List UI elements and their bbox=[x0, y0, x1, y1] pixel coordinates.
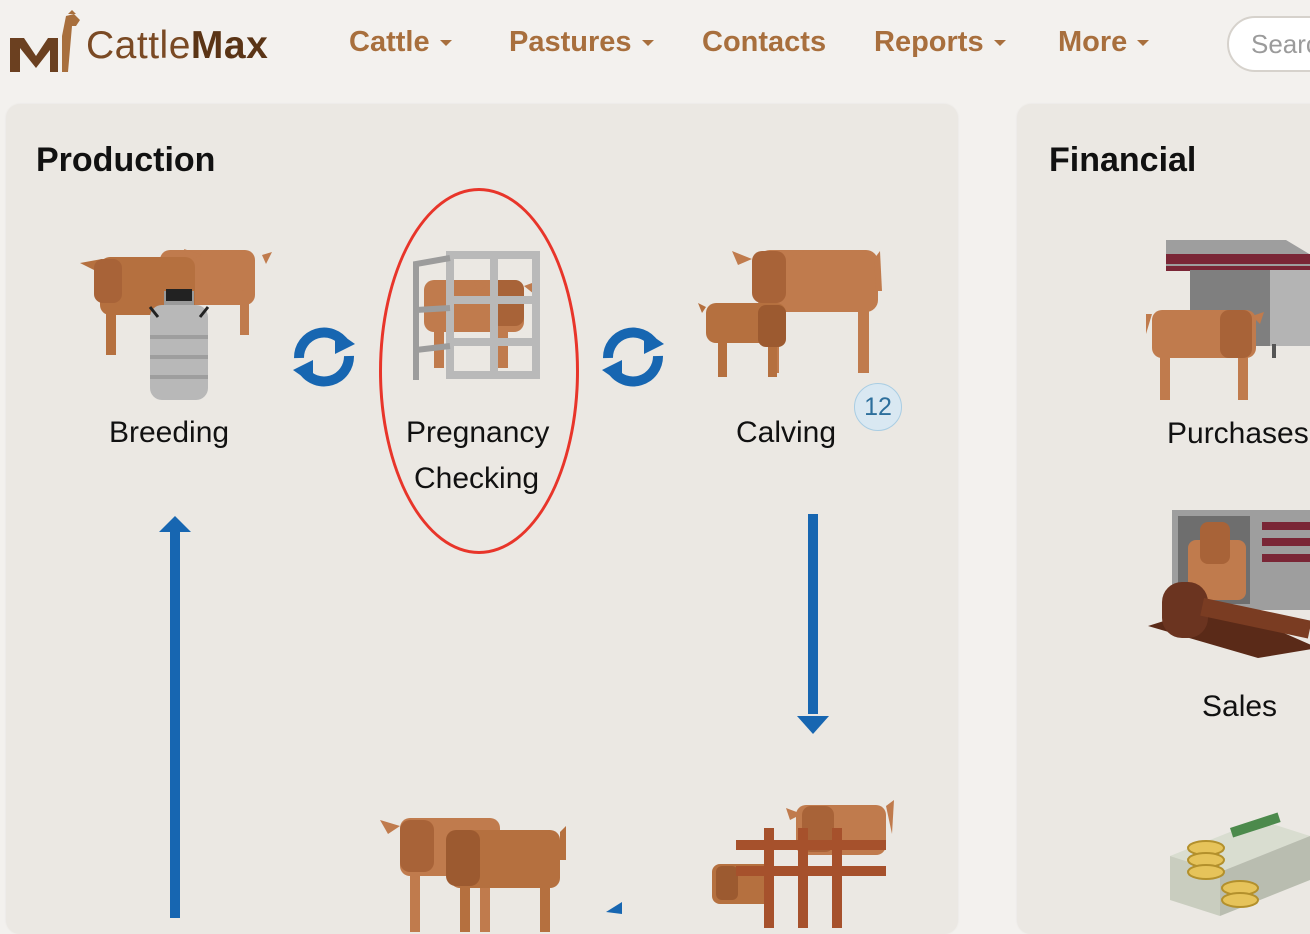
cash-stack-icon[interactable] bbox=[1160, 812, 1310, 916]
chevron-down-icon bbox=[439, 40, 452, 47]
cattle-with-nitrogen-tank-icon bbox=[80, 249, 272, 400]
sync-arrows-icon bbox=[602, 327, 664, 387]
financial-title: Financial bbox=[1049, 141, 1197, 179]
sync-arrows-icon bbox=[293, 327, 355, 387]
nav-pastures-label: Pastures bbox=[509, 26, 632, 58]
purchases-label: Purchases bbox=[1167, 417, 1309, 450]
chevron-down-icon bbox=[1137, 40, 1150, 47]
calving-count-badge: 12 bbox=[854, 383, 902, 431]
auction-gavel-icon bbox=[1148, 510, 1310, 658]
nav-more[interactable]: More bbox=[1058, 26, 1150, 59]
cattle-trailer-icon bbox=[1146, 240, 1310, 400]
logo-wordmark: CattleMax bbox=[86, 24, 268, 68]
cattle-pair-icon[interactable] bbox=[380, 812, 570, 932]
flow-arrow-up-icon bbox=[159, 516, 191, 918]
nav-more-label: More bbox=[1058, 26, 1128, 58]
nav-cattle-label: Cattle bbox=[349, 26, 430, 58]
chevron-down-icon bbox=[641, 40, 654, 47]
nav-reports-label: Reports bbox=[874, 26, 984, 58]
flow-arrow-down-icon bbox=[797, 514, 829, 734]
logo-text-cattle: Cattle bbox=[86, 24, 191, 67]
sales-label: Sales bbox=[1202, 690, 1278, 723]
search-input[interactable] bbox=[1227, 16, 1310, 72]
flow-arrow-left-icon bbox=[606, 902, 622, 914]
nav-pastures[interactable]: Pastures bbox=[509, 26, 654, 59]
logo-text-max: Max bbox=[190, 24, 269, 67]
chevron-down-icon bbox=[993, 40, 1006, 47]
cattlemax-logo[interactable]: CattleMax bbox=[6, 10, 296, 80]
cow-and-calf-icon bbox=[698, 250, 882, 377]
nav-cattle[interactable]: Cattle bbox=[349, 26, 452, 59]
highlight-circle bbox=[379, 188, 579, 554]
calving-label: Calving bbox=[736, 416, 837, 449]
nav-reports[interactable]: Reports bbox=[874, 26, 1006, 59]
production-title: Production bbox=[36, 141, 216, 179]
cattlemax-logo-icon bbox=[10, 10, 80, 72]
cattle-at-fence-icon[interactable] bbox=[706, 800, 896, 928]
breeding-label: Breeding bbox=[109, 416, 230, 449]
nav-contacts-label: Contacts bbox=[702, 26, 827, 58]
top-navbar: CattleMax Cattle Pastures Contacts Repor… bbox=[0, 0, 1310, 92]
nav-contacts[interactable]: Contacts bbox=[702, 26, 826, 59]
